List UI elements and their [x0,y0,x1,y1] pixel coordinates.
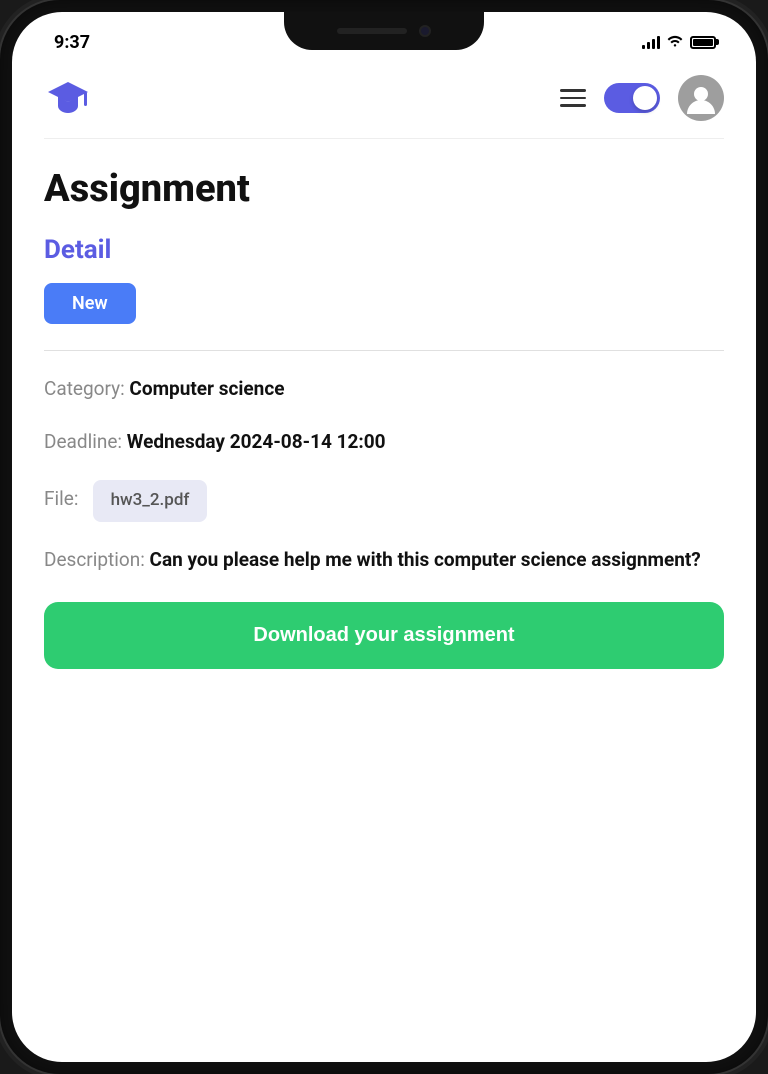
toggle-knob [633,86,657,110]
status-badge: New [44,283,136,324]
phone-frame: 9:37 [0,0,768,1074]
wifi-icon [666,33,684,51]
file-row: File: hw3_2.pdf [44,480,724,522]
file-label: File: [44,487,78,510]
section-label: Detail [44,235,724,265]
header-actions [560,75,724,121]
divider [44,350,724,351]
menu-icon[interactable] [560,89,586,107]
deadline-label: Deadline: [44,430,122,453]
graduation-cap-icon [44,74,92,122]
category-row: Category: Computer science [44,375,724,404]
avatar-icon [683,80,719,116]
description-row: Description: Can you please help me with… [44,546,724,575]
category-value: Computer science [129,377,284,400]
screen: 9:37 [12,12,756,1062]
file-badge[interactable]: hw3_2.pdf [93,480,208,522]
signal-icon [642,35,660,49]
battery-icon [690,36,716,49]
app-header [44,62,724,139]
download-button[interactable]: Download your assignment [44,602,724,669]
speaker [337,28,407,34]
toggle-switch[interactable] [604,83,660,113]
avatar[interactable] [678,75,724,121]
logo-area [44,74,92,122]
category-label: Category: [44,377,125,400]
app-content: Assignment Detail New Category: Computer… [12,62,756,1062]
page-title: Assignment [44,167,724,211]
status-icons [642,33,724,51]
front-camera [419,25,431,37]
status-time: 9:37 [44,32,90,53]
deadline-value: Wednesday 2024-08-14 12:00 [127,430,386,453]
description-label: Description: [44,548,145,571]
deadline-row: Deadline: Wednesday 2024-08-14 12:00 [44,428,724,457]
description-value: Can you please help me with this compute… [150,548,701,571]
notch [284,12,484,50]
